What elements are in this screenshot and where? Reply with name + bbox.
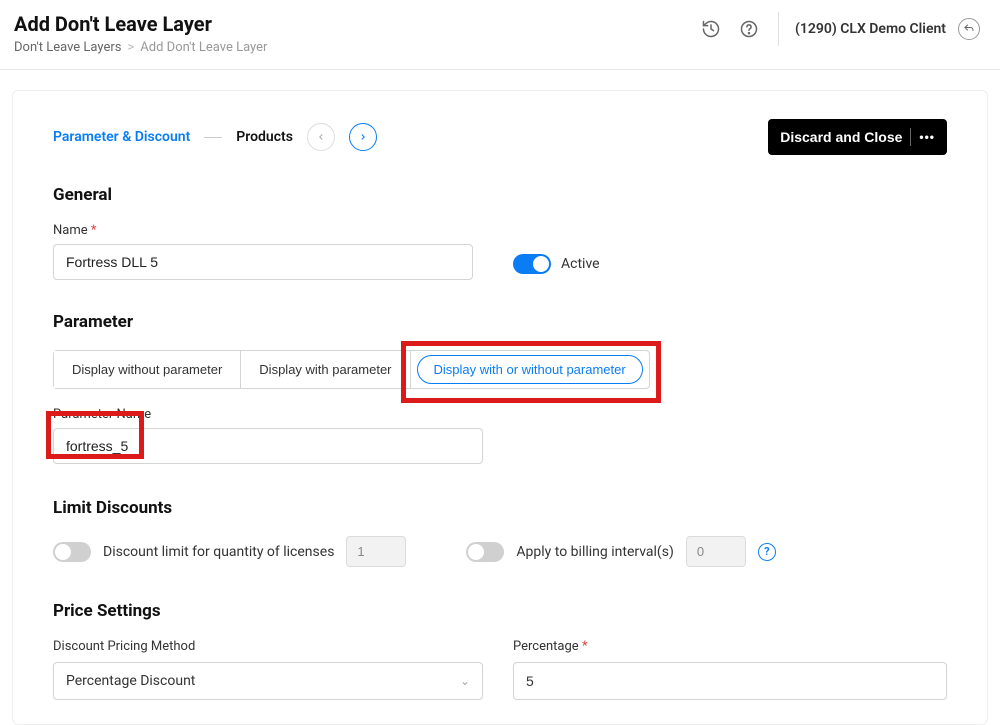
active-toggle[interactable] — [513, 254, 551, 274]
wizard-steps: Parameter & Discount Products — [53, 123, 377, 151]
limit-billing-label: Apply to billing interval(s) — [516, 544, 673, 560]
limit-billing-item: Apply to billing interval(s) ? — [466, 536, 775, 567]
header-left: Add Don't Leave Layer Don't Leave Layers… — [14, 12, 267, 55]
method-label: Discount Pricing Method — [53, 639, 483, 654]
wizard-step-1[interactable]: Parameter & Discount — [53, 129, 190, 145]
breadcrumb-current: Add Don't Leave Layer — [140, 40, 267, 55]
price-row: Discount Pricing Method Percentage Disco… — [53, 639, 947, 700]
toggle-knob — [468, 544, 484, 560]
active-label: Active — [561, 256, 600, 272]
wizard-connector — [204, 137, 222, 138]
limit-billing-toggle[interactable] — [466, 542, 504, 562]
limit-qty-label: Discount limit for quantity of licenses — [103, 544, 334, 560]
method-select[interactable]: Percentage Discount ⌄ — [53, 662, 483, 700]
header-right: (1290) CLX Demo Client — [698, 12, 980, 46]
toggle-knob — [55, 544, 71, 560]
section-limit: Limit Discounts — [53, 498, 947, 518]
wizard-next-button[interactable] — [349, 123, 377, 151]
client-label: (1290) CLX Demo Client — [795, 21, 946, 37]
help-icon[interactable] — [736, 16, 762, 42]
seg-display-with-or-without[interactable]: Display with or without parameter — [417, 355, 643, 384]
content-card: Parameter & Discount Products Discard an… — [12, 90, 988, 725]
discard-close-label: Discard and Close — [780, 129, 902, 145]
breadcrumb-root[interactable]: Don't Leave Layers — [14, 40, 121, 55]
percent-label: Percentage * — [513, 639, 947, 654]
discard-close-button[interactable]: Discard and Close ••• — [768, 119, 947, 155]
wizard-step-2[interactable]: Products — [236, 129, 293, 145]
param-input-wrap — [53, 428, 483, 464]
seg-display-without[interactable]: Display without parameter — [54, 351, 241, 388]
top-header: Add Don't Leave Layer Don't Leave Layers… — [0, 0, 1000, 70]
back-icon[interactable] — [958, 18, 980, 40]
percent-input[interactable] — [513, 662, 947, 700]
seg-last-wrap: Display with or without parameter — [411, 351, 649, 388]
chevron-down-icon: ⌄ — [460, 674, 470, 688]
limit-row: Discount limit for quantity of licenses … — [53, 536, 947, 567]
section-price: Price Settings — [53, 601, 947, 621]
more-icon[interactable]: ••• — [919, 130, 935, 144]
wizard-row: Parameter & Discount Products Discard an… — [53, 119, 947, 155]
general-row: Name * Active — [53, 223, 947, 280]
name-label: Name * — [53, 223, 473, 238]
header-divider — [778, 12, 779, 46]
percent-col: Percentage * — [513, 639, 947, 700]
required-mark: * — [582, 639, 588, 654]
param-name-input[interactable] — [53, 428, 483, 464]
name-label-text: Name — [53, 223, 88, 238]
breadcrumb-sep: > — [127, 40, 134, 55]
method-value: Percentage Discount — [66, 673, 195, 689]
param-name-group: Parameter Name — [53, 407, 947, 464]
page-title: Add Don't Leave Layer — [14, 12, 267, 36]
limit-qty-input — [346, 536, 406, 567]
required-mark: * — [91, 223, 97, 238]
parameter-segment: Display without parameter Display with p… — [53, 350, 650, 389]
section-general: General — [53, 185, 947, 205]
breadcrumb: Don't Leave Layers > Add Don't Leave Lay… — [14, 40, 267, 55]
limit-qty-toggle[interactable] — [53, 542, 91, 562]
limit-billing-input — [686, 536, 746, 567]
param-name-label: Parameter Name — [53, 407, 947, 422]
toggle-knob — [533, 256, 549, 272]
name-input[interactable] — [53, 244, 473, 280]
seg-display-with[interactable]: Display with parameter — [241, 351, 410, 388]
section-parameter: Parameter — [53, 312, 947, 332]
method-col: Discount Pricing Method Percentage Disco… — [53, 639, 483, 700]
wizard-prev-button[interactable] — [307, 123, 335, 151]
name-group: Name * — [53, 223, 473, 280]
history-icon[interactable] — [698, 16, 724, 42]
percent-label-text: Percentage — [513, 639, 579, 654]
help-tooltip-icon[interactable]: ? — [758, 543, 776, 561]
button-divider — [910, 128, 911, 146]
limit-qty-item: Discount limit for quantity of licenses — [53, 536, 406, 567]
active-group: Active — [513, 254, 600, 280]
